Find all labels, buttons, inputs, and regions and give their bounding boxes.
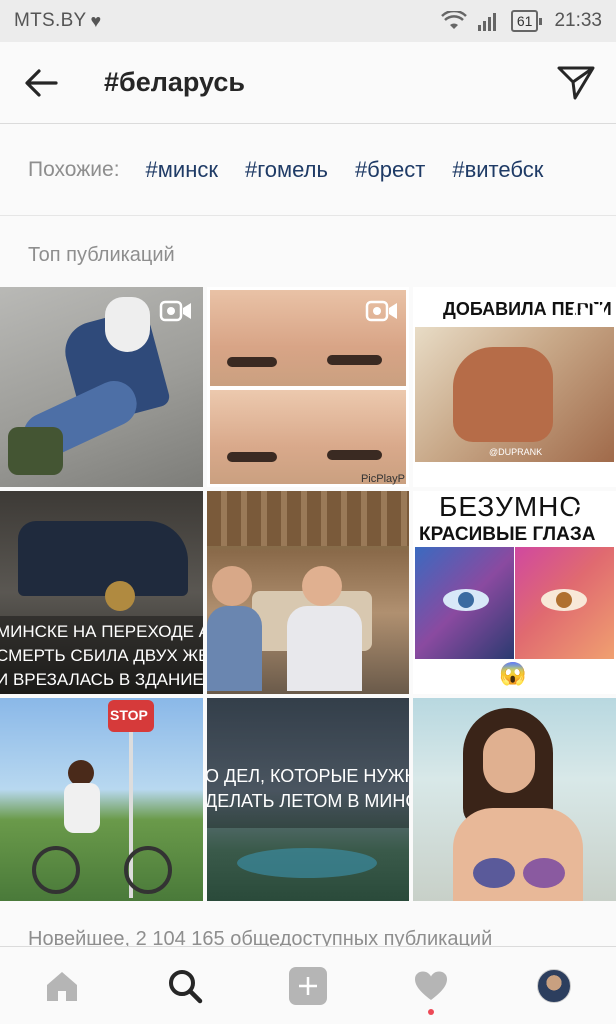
wifi-icon — [440, 11, 467, 29]
related-tag[interactable]: #витебск — [452, 157, 543, 183]
post-thumbnail[interactable]: ДОБАВИЛА ПЕРГИ @DUPRANK — [413, 287, 616, 487]
related-tag[interactable]: #брест — [355, 157, 425, 183]
post-thumbnail[interactable] — [413, 698, 616, 901]
heart-icon — [415, 971, 448, 1000]
post-thumbnail[interactable]: PicPlayP — [207, 287, 409, 487]
nav-profile[interactable] — [514, 947, 594, 1024]
section-title-top-posts: Топ публикаций — [28, 244, 175, 266]
battery-indicator: 61 — [510, 10, 542, 32]
status-bar: MTS.BY ♥ 61 21:33 — [0, 0, 616, 42]
related-hashtags: Похожие: #минск #гомель #брест #витебск — [0, 124, 616, 216]
heart-pulse-icon: ♥ — [90, 10, 102, 31]
add-icon — [288, 966, 327, 1005]
video-icon — [572, 504, 604, 526]
post-caption-line: О ДЕЛ, КОТОРЫЕ НУЖН — [207, 766, 409, 786]
post-thumbnail[interactable] — [0, 287, 203, 487]
post-sub-caption: @DUPRANK — [489, 447, 543, 457]
post-thumbnail[interactable]: МИНСКЕ НА ПЕРЕХОДЕ AU СМЕРТЬ СБИЛА ДВУХ … — [0, 491, 203, 694]
page-title: #беларусь — [104, 67, 245, 97]
post-emoji: 😱 — [499, 661, 527, 686]
post-watermark: PicPlayP — [360, 473, 405, 485]
arrow-left-icon — [25, 68, 58, 97]
nav-add-post[interactable] — [268, 947, 348, 1024]
post-caption-line: СМЕРТЬ СБИЛА ДВУХ ЖЕН — [0, 646, 203, 665]
related-tag[interactable]: #гомель — [245, 157, 328, 183]
post-caption-line: МИНСКЕ НА ПЕРЕХОДЕ AU — [0, 622, 203, 641]
top-bar: #беларусь — [0, 42, 616, 124]
home-icon — [46, 971, 77, 1001]
search-icon — [168, 969, 203, 1003]
stop-sign-text: STOP — [110, 707, 148, 723]
post-thumbnail[interactable]: STOP — [0, 698, 203, 901]
signal-icon — [477, 13, 496, 31]
post-caption-line: КРАСИВЫЕ ГЛАЗА — [419, 524, 596, 545]
post-thumbnail[interactable]: БЕЗУМНО КРАСИВЫЕ ГЛАЗА 😱 — [413, 491, 616, 694]
bottom-navigation — [0, 946, 616, 1024]
nav-activity[interactable] — [391, 947, 471, 1024]
nav-home[interactable] — [22, 947, 102, 1024]
nav-search[interactable] — [145, 947, 225, 1024]
clock: 21:33 — [554, 10, 602, 31]
related-label: Похожие: — [28, 157, 120, 181]
post-caption-line: И ВРЕЗАЛАСЬ В ЗДАНИЕ — [0, 670, 203, 689]
paper-plane-icon — [557, 66, 595, 99]
post-thumbnail[interactable]: О ДЕЛ, КОТОРЫЕ НУЖН ДЕЛАТЬ ЛЕТОМ В МИНС — [207, 698, 409, 901]
back-button[interactable] — [0, 42, 82, 124]
post-caption-line: БЕЗУМНО — [439, 491, 583, 522]
notification-dot — [428, 1008, 435, 1015]
video-icon — [365, 300, 397, 322]
post-caption-line: ДЕЛАТЬ ЛЕТОМ В МИНС — [207, 791, 409, 811]
post-thumbnail[interactable] — [207, 491, 409, 694]
related-tag[interactable]: #минск — [146, 157, 218, 183]
video-icon — [572, 300, 604, 322]
video-icon — [159, 300, 191, 322]
share-button[interactable] — [536, 42, 616, 124]
carrier-name: MTS.BY — [14, 10, 87, 31]
profile-avatar — [537, 968, 572, 1003]
